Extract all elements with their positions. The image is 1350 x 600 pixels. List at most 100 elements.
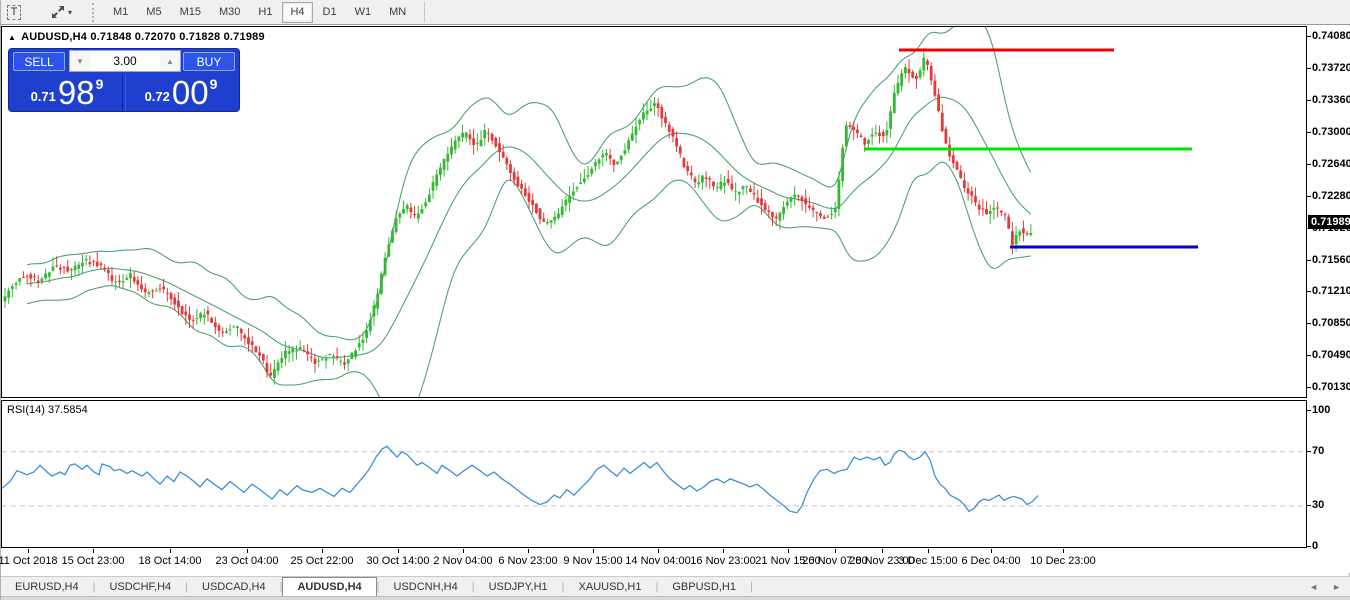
time-axis[interactable]: 11 Oct 2018 15 Oct 23:00 18 Oct 14:00 23 Oc… bbox=[1, 549, 1307, 575]
timeframe-button-mn[interactable]: MN bbox=[381, 2, 414, 23]
time-tick-label: 11 Oct 2018 bbox=[0, 555, 58, 567]
tab-separator: | bbox=[750, 581, 753, 593]
price-chart-pane[interactable]: ▲ AUDUSD,H4 0.71848 0.72070 0.71828 0.71… bbox=[1, 26, 1307, 398]
price-tick-mark bbox=[1307, 36, 1311, 37]
price-tick-mark bbox=[1307, 132, 1311, 133]
timeframe-button-m1[interactable]: M1 bbox=[105, 2, 136, 23]
rsi-indicator-pane[interactable]: RSI(14) 37.5854 bbox=[1, 400, 1307, 548]
time-tick-label: 3 Dec 15:00 bbox=[898, 555, 957, 567]
time-tick-label: 14 Nov 04:00 bbox=[625, 555, 690, 567]
time-tick-label: 9 Nov 15:00 bbox=[563, 555, 622, 567]
price-tick-mark bbox=[1307, 100, 1311, 101]
price-tick-mark bbox=[1307, 260, 1311, 261]
rsi-chart bbox=[2, 401, 1306, 547]
rsi-line[interactable] bbox=[2, 446, 1038, 512]
time-tick-label: 18 Oct 14:00 bbox=[139, 555, 202, 567]
timeframe-group: M1M5M15M30H1H4D1W1MN bbox=[105, 2, 414, 23]
price-tick-label: 0.73000 bbox=[1312, 126, 1350, 138]
time-tick-mark bbox=[882, 549, 883, 553]
rsi-tick-label: 30 bbox=[1312, 499, 1324, 511]
price-tick-mark bbox=[1307, 291, 1311, 292]
chart-tab-usdcnh[interactable]: USDCNH,H4 bbox=[380, 577, 472, 597]
time-tick-mark bbox=[658, 549, 659, 553]
buy-button[interactable]: BUY bbox=[183, 52, 235, 71]
time-tick-mark bbox=[991, 549, 992, 553]
chart-tab-eurusd[interactable]: EURUSD,H4 bbox=[1, 577, 93, 597]
cursor-tool-button[interactable]: ▾ bbox=[42, 2, 80, 23]
price-tick-label: 0.73360 bbox=[1312, 94, 1350, 106]
time-tick-mark bbox=[28, 549, 29, 553]
time-tick-mark bbox=[93, 549, 94, 553]
chart-tab-usdjpy[interactable]: USDJPY,H1 bbox=[475, 577, 562, 597]
chart-tab-audusd[interactable]: AUDUSD,H4 bbox=[282, 577, 376, 597]
bid-price-pip-digit: 9 bbox=[96, 76, 104, 92]
chart-tab-bar: EURUSD,H4|USDCHF,H4|USDCAD,H4|AUDUSD,H4|… bbox=[1, 576, 1350, 596]
timeframe-button-m15[interactable]: M15 bbox=[172, 2, 209, 23]
time-tick-mark bbox=[322, 549, 323, 553]
volume-increase-icon[interactable]: ▲ bbox=[160, 51, 180, 71]
volume-input[interactable]: 3.00 bbox=[90, 54, 160, 68]
price-tick-mark bbox=[1307, 323, 1311, 324]
current-price-tag: 0.71989 bbox=[1308, 215, 1350, 229]
ask-price-pip-digit: 9 bbox=[210, 76, 218, 92]
chart-tab-xauusd[interactable]: XAUUSD,H1 bbox=[565, 577, 656, 597]
text-tool-icon: T bbox=[7, 5, 22, 20]
ask-price-display[interactable]: 0.72 00 9 bbox=[125, 75, 236, 111]
rsi-tick-label: 0 bbox=[1312, 540, 1318, 552]
bid-price-display[interactable]: 0.71 98 9 bbox=[12, 75, 123, 111]
chart-tab-usdchf[interactable]: USDCHF,H4 bbox=[95, 577, 185, 597]
rsi-indicator-label: RSI(14) 37.5854 bbox=[7, 404, 88, 416]
time-tick-mark bbox=[463, 549, 464, 553]
chart-tab-gbpusd[interactable]: GBPUSD,H1 bbox=[658, 577, 750, 597]
chart-tab-usdcad[interactable]: USDCAD,H4 bbox=[188, 577, 280, 597]
text-tool-button[interactable]: T bbox=[4, 2, 24, 22]
price-tick-label: 0.71560 bbox=[1312, 254, 1350, 266]
price-tick-label: 0.71210 bbox=[1312, 285, 1350, 297]
timeframe-button-h1[interactable]: H1 bbox=[250, 2, 280, 23]
price-tick-mark bbox=[1307, 355, 1311, 356]
volume-decrease-icon[interactable]: ▼ bbox=[70, 51, 90, 71]
tab-scroll-left-icon[interactable]: ◄ bbox=[1309, 582, 1318, 592]
timeframe-button-m5[interactable]: M5 bbox=[138, 2, 169, 23]
toolbar-separator bbox=[424, 2, 425, 22]
time-tick-label: 6 Nov 23:00 bbox=[498, 555, 557, 567]
ask-price-prefix: 0.72 bbox=[145, 89, 170, 104]
price-tick-mark bbox=[1307, 68, 1311, 69]
price-tick-label: 0.70850 bbox=[1312, 317, 1350, 329]
sell-button[interactable]: SELL bbox=[13, 52, 65, 71]
time-tick-mark bbox=[247, 549, 248, 553]
symbol-header: ▲ AUDUSD,H4 0.71848 0.72070 0.71828 0.71… bbox=[8, 31, 265, 43]
price-axis[interactable]: 0.71989 0.740800.737200.733600.730000.72… bbox=[1307, 26, 1350, 573]
time-tick-label: 10 Dec 23:00 bbox=[1030, 555, 1095, 567]
time-tick-mark bbox=[928, 549, 929, 553]
rsi-tick-mark bbox=[1307, 410, 1311, 411]
time-tick-label: 2 Nov 04:00 bbox=[433, 555, 492, 567]
rsi-tick-mark bbox=[1307, 546, 1311, 547]
tab-scroll-arrows: ◄ ► bbox=[1309, 582, 1341, 592]
timeframe-button-d1[interactable]: D1 bbox=[315, 2, 345, 23]
time-tick-label: 23 Oct 04:00 bbox=[216, 555, 279, 567]
toolbar-grip[interactable] bbox=[92, 3, 97, 22]
rsi-tick-label: 70 bbox=[1312, 445, 1324, 457]
collapse-quote-panel-icon[interactable]: ▲ bbox=[8, 33, 16, 42]
time-tick-mark bbox=[788, 549, 789, 553]
timeframe-button-w1[interactable]: W1 bbox=[347, 2, 380, 23]
one-click-trading-panel: SELL ▼ 3.00 ▲ BUY 0.71 98 9 0.72 00 9 bbox=[8, 48, 240, 112]
time-tick-label: 6 Dec 04:00 bbox=[961, 555, 1020, 567]
time-tick-label: 15 Oct 23:00 bbox=[62, 555, 125, 567]
price-tick-label: 0.70490 bbox=[1312, 349, 1350, 361]
time-tick-label: 16 Nov 23:00 bbox=[690, 555, 755, 567]
time-tick-mark bbox=[1063, 549, 1064, 553]
volume-stepper: ▼ 3.00 ▲ bbox=[69, 50, 181, 72]
tab-scroll-right-icon[interactable]: ► bbox=[1332, 582, 1341, 592]
rsi-tick-mark bbox=[1307, 505, 1311, 506]
symbol-ohlc-text: AUDUSD,H4 0.71848 0.72070 0.71828 0.7198… bbox=[21, 31, 265, 43]
price-tick-mark bbox=[1307, 164, 1311, 165]
toolbar: T ▾ M1M5M15M30H1H4D1W1MN bbox=[1, 0, 1350, 25]
price-tick-mark bbox=[1307, 196, 1311, 197]
price-tick-mark bbox=[1307, 387, 1311, 388]
bollinger-middle-band[interactable] bbox=[27, 97, 1031, 358]
timeframe-button-m30[interactable]: M30 bbox=[211, 2, 248, 23]
chevron-down-icon: ▾ bbox=[68, 8, 72, 17]
timeframe-button-h4[interactable]: H4 bbox=[282, 2, 312, 23]
